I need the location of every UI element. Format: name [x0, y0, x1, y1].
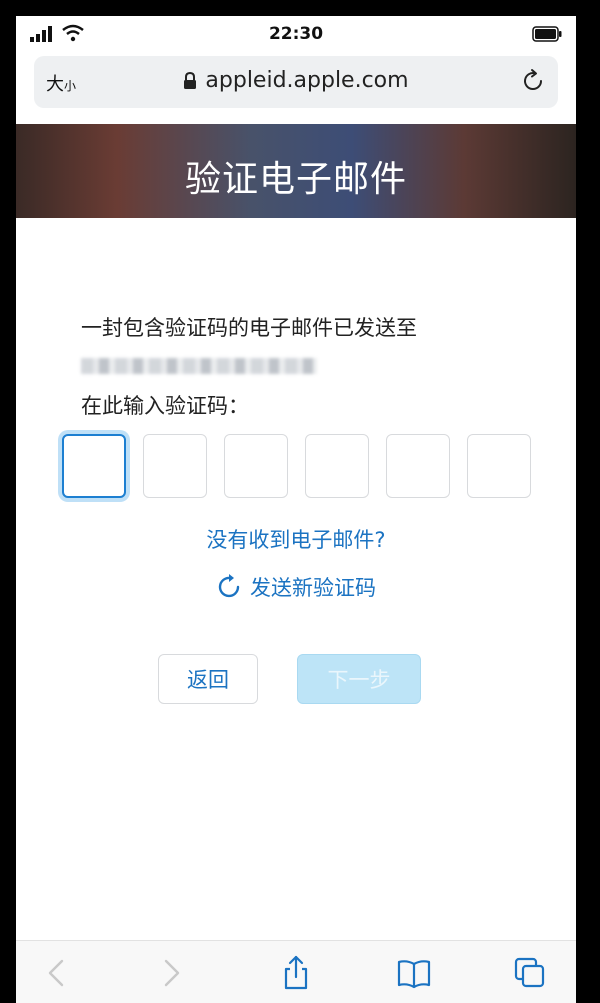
resend-code-label: 发送新验证码 — [250, 576, 376, 600]
header-banner: 验证电子邮件 — [16, 124, 576, 218]
code-digit-6[interactable] — [467, 434, 531, 498]
code-prompt: 在此输入验证码： — [81, 394, 249, 418]
code-digit-2[interactable] — [143, 434, 207, 498]
back-arrow-icon[interactable] — [40, 955, 76, 991]
refresh-icon — [218, 574, 240, 598]
phone-screen: 22:30 大小 appleid.apple.com 验证电子邮件 一封包含验证… — [16, 16, 576, 1003]
code-digit-3[interactable] — [224, 434, 288, 498]
resend-code-link[interactable]: 发送新验证码 — [16, 572, 576, 602]
share-icon[interactable] — [278, 955, 314, 991]
forward-arrow-icon[interactable] — [152, 955, 188, 991]
back-button[interactable]: 返回 — [158, 654, 258, 704]
page-title: 验证电子邮件 — [184, 159, 407, 200]
bookmarks-icon[interactable] — [396, 955, 432, 991]
verification-code-inputs — [62, 434, 534, 500]
status-time: 22:30 — [268, 24, 324, 44]
next-button[interactable]: 下一步 — [297, 654, 421, 704]
url-text: appleid.apple.com — [205, 68, 409, 93]
url-display[interactable]: appleid.apple.com — [34, 68, 558, 93]
code-digit-1[interactable] — [62, 434, 126, 498]
code-digit-4[interactable] — [305, 434, 369, 498]
battery-icon — [532, 26, 562, 42]
sent-message: 一封包含验证码的电子邮件已发送至 — [81, 316, 417, 340]
status-bar: 22:30 — [16, 16, 576, 52]
address-bar[interactable]: 大小 appleid.apple.com — [34, 56, 558, 108]
browser-toolbar — [16, 940, 576, 1003]
lock-icon — [184, 72, 197, 89]
code-digit-5[interactable] — [386, 434, 450, 498]
tabs-icon[interactable] — [512, 955, 548, 991]
no-email-link[interactable]: 没有收到电子邮件? — [16, 524, 576, 554]
reload-icon[interactable] — [520, 68, 546, 94]
redacted-email — [81, 358, 317, 374]
